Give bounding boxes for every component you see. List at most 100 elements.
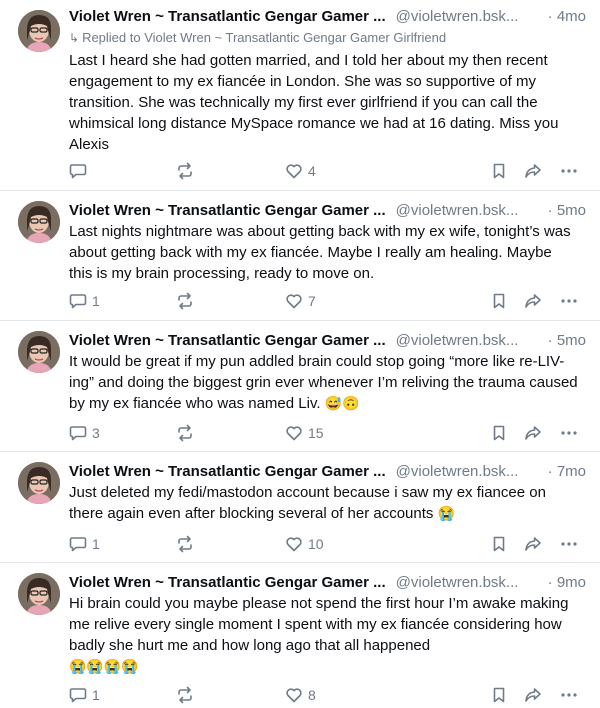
post-time[interactable]: · 9mo xyxy=(543,572,586,594)
reply-context[interactable]: ↳ Replied to Violet Wren ~ Transatlantic … xyxy=(69,29,446,47)
post[interactable]: Violet Wren ~ Transatlantic Gengar Gamer… xyxy=(0,191,600,321)
post-time[interactable]: · 5mo xyxy=(543,200,586,222)
ellipsis-icon xyxy=(561,693,577,697)
share-arrow-icon xyxy=(525,164,541,178)
like-button[interactable]: 4 xyxy=(285,159,316,183)
reply-button[interactable]: 1 xyxy=(69,289,100,313)
author-handle[interactable]: @violetwren.bsk... xyxy=(396,202,519,219)
like-count: 4 xyxy=(308,163,316,179)
reply-count: 1 xyxy=(92,293,100,309)
like-button[interactable]: 15 xyxy=(285,421,324,445)
post-text-content: Hi brain could you maybe please not spen… xyxy=(69,595,569,654)
author-name[interactable]: Violet Wren ~ Transatlantic Gengar Gamer… xyxy=(69,202,386,219)
bookmark-icon xyxy=(493,536,505,552)
bookmark-button[interactable] xyxy=(490,159,508,183)
reply-arrow-icon: ↳ xyxy=(69,31,80,45)
like-count: 15 xyxy=(308,425,324,441)
author-name[interactable]: Violet Wren ~ Transatlantic Gengar Gamer… xyxy=(69,8,386,25)
post-header: Violet Wren ~ Transatlantic Gengar Gamer… xyxy=(69,330,586,352)
more-options-button[interactable] xyxy=(560,532,578,556)
bookmark-icon xyxy=(493,425,505,441)
post-header: Violet Wren ~ Transatlantic Gengar Gamer… xyxy=(69,200,586,222)
heart-icon xyxy=(286,537,302,552)
author-handle[interactable]: @violetwren.bsk... xyxy=(396,8,519,25)
avatar[interactable] xyxy=(18,462,60,504)
post-emoji: 😭😭😭😭 xyxy=(69,658,139,674)
avatar[interactable] xyxy=(18,573,60,615)
avatar[interactable] xyxy=(18,10,60,52)
bookmark-button[interactable] xyxy=(490,289,508,313)
bookmark-button[interactable] xyxy=(490,421,508,445)
post[interactable]: Violet Wren ~ Transatlantic Gengar Gamer… xyxy=(0,321,600,452)
more-options-button[interactable] xyxy=(560,683,578,707)
reply-context-label: Replied to Violet Wren ~ Transatlantic G… xyxy=(82,30,447,45)
share-button[interactable] xyxy=(524,683,542,707)
post-time[interactable]: · 7mo xyxy=(543,461,586,483)
repost-arrows-icon xyxy=(178,535,192,553)
bookmark-button[interactable] xyxy=(490,683,508,707)
heart-icon xyxy=(286,294,302,309)
like-count: 10 xyxy=(308,536,324,552)
reply-button[interactable] xyxy=(69,159,92,183)
ellipsis-icon xyxy=(561,169,577,173)
like-button[interactable]: 8 xyxy=(285,683,316,707)
reply-button[interactable]: 1 xyxy=(69,532,100,556)
speech-bubble-icon xyxy=(69,537,87,552)
author-handle[interactable]: @violetwren.bsk... xyxy=(396,574,519,591)
avatar[interactable] xyxy=(18,331,60,373)
post-emoji: 😅🙃 xyxy=(324,395,360,411)
post-text-content: It would be great if my pun addled brain… xyxy=(69,353,578,412)
like-button[interactable]: 10 xyxy=(285,532,324,556)
ellipsis-icon xyxy=(561,542,577,546)
reply-count: 3 xyxy=(92,425,100,441)
post-time[interactable]: · 4mo xyxy=(543,6,586,28)
speech-bubble-icon xyxy=(69,294,87,309)
bookmark-icon xyxy=(493,163,505,179)
speech-bubble-icon xyxy=(69,164,87,179)
heart-icon xyxy=(286,688,302,703)
like-button[interactable]: 7 xyxy=(285,289,316,313)
like-count: 7 xyxy=(308,293,316,309)
repost-button[interactable] xyxy=(176,683,194,707)
more-options-button[interactable] xyxy=(560,421,578,445)
post-time[interactable]: · 5mo xyxy=(543,330,586,352)
post-text-content: Just deleted my fedi/mastodon account be… xyxy=(69,484,546,522)
post-text-content: Last nights nightmare was about getting … xyxy=(69,223,571,282)
post-text-content: Last I heard she had gotten married, and… xyxy=(69,52,559,153)
more-options-button[interactable] xyxy=(560,289,578,313)
post[interactable]: Violet Wren ~ Transatlantic Gengar Gamer… xyxy=(0,452,600,563)
post-text: Last I heard she had gotten married, and… xyxy=(69,50,579,155)
bookmark-button[interactable] xyxy=(490,532,508,556)
post[interactable]: Violet Wren ~ Transatlantic Gengar Gamer… xyxy=(0,0,600,191)
share-button[interactable] xyxy=(524,532,542,556)
post-emoji: 😭 xyxy=(437,505,455,521)
reply-button[interactable]: 3 xyxy=(69,421,100,445)
more-options-button[interactable] xyxy=(560,159,578,183)
reply-count: 1 xyxy=(92,536,100,552)
post-text: Last nights nightmare was about getting … xyxy=(69,221,579,284)
speech-bubble-icon xyxy=(69,688,87,703)
author-name[interactable]: Violet Wren ~ Transatlantic Gengar Gamer… xyxy=(69,332,386,349)
post[interactable]: Violet Wren ~ Transatlantic Gengar Gamer… xyxy=(0,563,600,708)
ellipsis-icon xyxy=(561,431,577,435)
repost-button[interactable] xyxy=(176,159,194,183)
repost-button[interactable] xyxy=(176,289,194,313)
bookmark-icon xyxy=(493,293,505,309)
repost-button[interactable] xyxy=(176,421,194,445)
author-handle[interactable]: @violetwren.bsk... xyxy=(396,463,519,480)
post-actions: 1 7 xyxy=(69,289,586,313)
share-button[interactable] xyxy=(524,159,542,183)
post-actions: 1 10 xyxy=(69,532,586,556)
like-count: 8 xyxy=(308,687,316,703)
repost-button[interactable] xyxy=(176,532,194,556)
reply-button[interactable]: 1 xyxy=(69,683,100,707)
avatar[interactable] xyxy=(18,201,60,243)
author-handle[interactable]: @violetwren.bsk... xyxy=(396,332,519,349)
repost-arrows-icon xyxy=(178,162,192,180)
post-text: Hi brain could you maybe please not spen… xyxy=(69,593,579,677)
share-button[interactable] xyxy=(524,289,542,313)
share-button[interactable] xyxy=(524,421,542,445)
post-actions: 3 15 xyxy=(69,421,586,445)
author-name[interactable]: Violet Wren ~ Transatlantic Gengar Gamer… xyxy=(69,574,386,591)
author-name[interactable]: Violet Wren ~ Transatlantic Gengar Gamer… xyxy=(69,463,386,480)
